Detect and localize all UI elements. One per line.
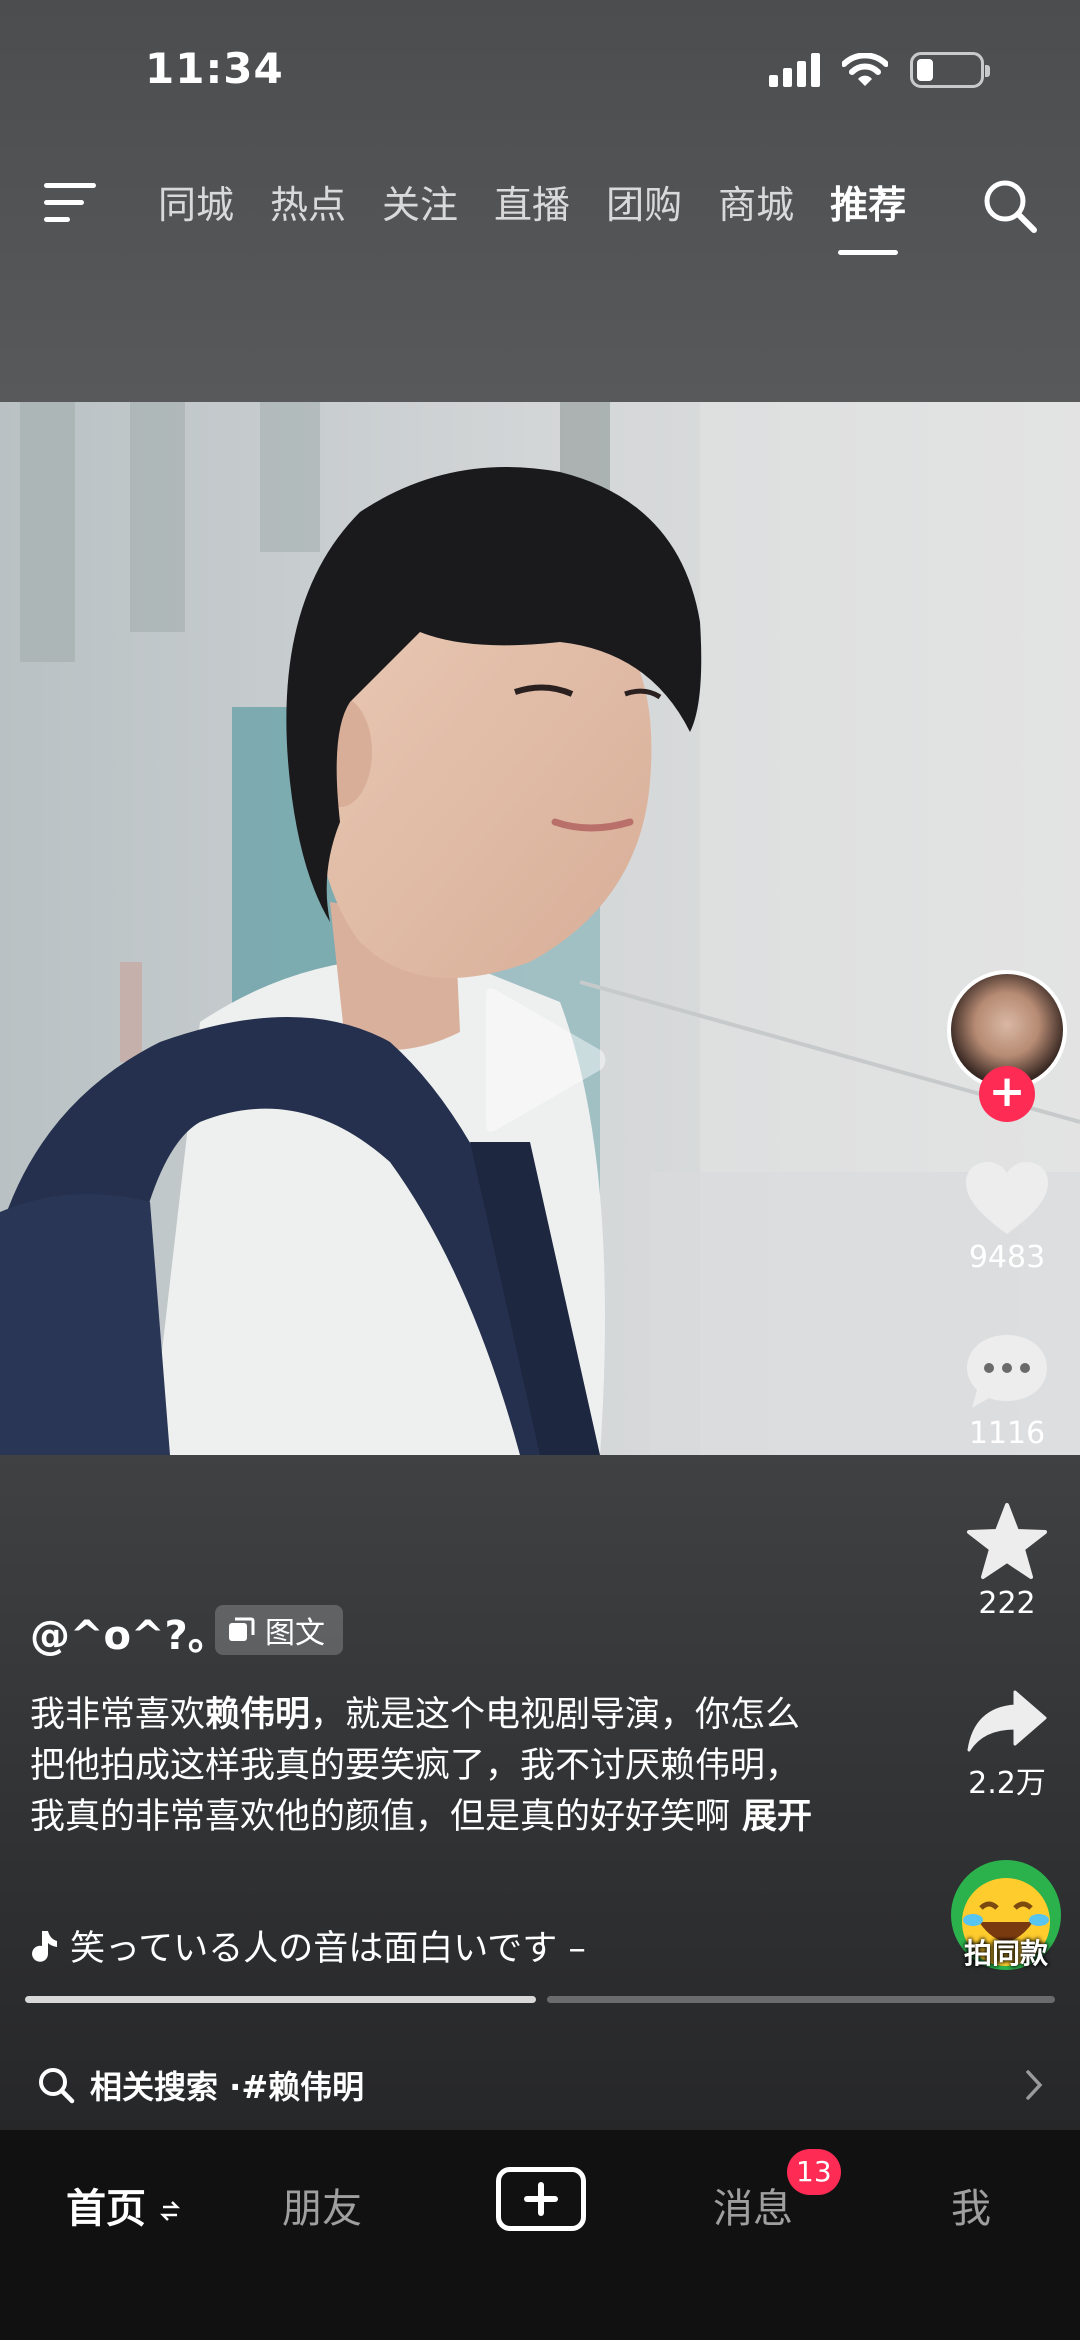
author-avatar[interactable]: + [947,970,1067,1122]
bottom-nav: 首页 朋友 消息 13 我 [0,2130,1080,2340]
related-search-prefix: 相关搜索 · [90,2068,242,2106]
tab-following[interactable]: 关注 [382,174,458,229]
image-progress-viewed [25,1996,536,2003]
battery-icon [910,52,990,88]
post-photo-illustration [0,402,1080,1455]
top-tabs: 同城 热点 关注 直播 团购 商城 推荐 [158,174,906,255]
plus-icon [524,2182,558,2216]
create-post-button[interactable] [496,2167,586,2231]
author-name[interactable]: @^o^?。 [30,1603,228,1661]
image-post-icon [229,1617,255,1641]
share-icon[interactable] [965,1688,1049,1754]
expand-button[interactable]: 展开 [742,1797,812,1837]
messages-badge: 13 [787,2149,841,2195]
related-search-term: #赖伟明 [241,2068,365,2106]
music-title: 笑っている人の音は面白いです – [70,1929,586,1969]
wifi-icon [842,53,888,86]
play-icon[interactable] [474,985,609,1135]
status-time: 11:34 [145,44,284,93]
tab-live[interactable]: 直播 [494,174,570,229]
same-style-label[interactable]: 拍同款 [946,1932,1066,1972]
swap-arrows-icon [159,2201,180,2221]
nav-home-label: 首页 [66,2186,146,2232]
image-progress-remaining [547,1996,1055,2003]
related-search-bar[interactable]: 相关搜索 · #赖伟明 [0,2040,1080,2130]
cellular-signal-icon [769,53,820,87]
nav-messages[interactable]: 消息 [713,2176,793,2234]
favorite-action[interactable]: 222 [947,1502,1067,1621]
follow-button[interactable]: + [979,1066,1035,1122]
chevron-right-icon [1026,2070,1043,2100]
tab-local[interactable]: 同城 [158,174,234,229]
nav-home[interactable]: 首页 [66,2176,180,2234]
heart-icon[interactable] [964,1160,1050,1236]
share-count: 2.2万 [968,1766,1046,1801]
post-type-badge: 图文 [215,1605,343,1655]
caption-text-1: 我非常喜欢 [30,1695,206,1735]
like-action[interactable]: 9483 [947,1160,1067,1275]
comment-count: 1116 [968,1416,1046,1451]
tab-trending[interactable]: 热点 [270,174,346,229]
menu-icon[interactable] [44,183,96,223]
music-info[interactable]: 笑っている人の音は面白いです – [30,1920,586,1971]
tab-recommended[interactable]: 推荐 [830,174,906,255]
nav-me[interactable]: 我 [951,2176,991,2234]
comment-action[interactable]: 1116 [947,1332,1067,1451]
music-note-icon [32,1930,57,1962]
share-action[interactable]: 2.2万 [947,1688,1067,1802]
post-image[interactable] [0,402,1080,1455]
search-icon [39,2068,75,2104]
like-count: 9483 [968,1240,1046,1275]
search-icon[interactable] [980,176,1040,236]
favorite-count: 222 [978,1586,1036,1621]
post-type-label: 图文 [265,1616,325,1651]
star-icon[interactable] [965,1502,1049,1582]
tab-mall[interactable]: 商城 [718,174,794,229]
tab-group-buy[interactable]: 团购 [606,174,682,229]
post-caption[interactable]: 我非常喜欢赖伟明，就是这个电视剧导演，你怎么把他拍成这样我真的要笑疯了，我不讨厌… [30,1690,830,1843]
status-icons [769,52,990,88]
caption-highlight[interactable]: 赖伟明 [205,1695,310,1735]
nav-friends[interactable]: 朋友 [282,2176,362,2234]
comment-icon[interactable] [964,1332,1050,1412]
